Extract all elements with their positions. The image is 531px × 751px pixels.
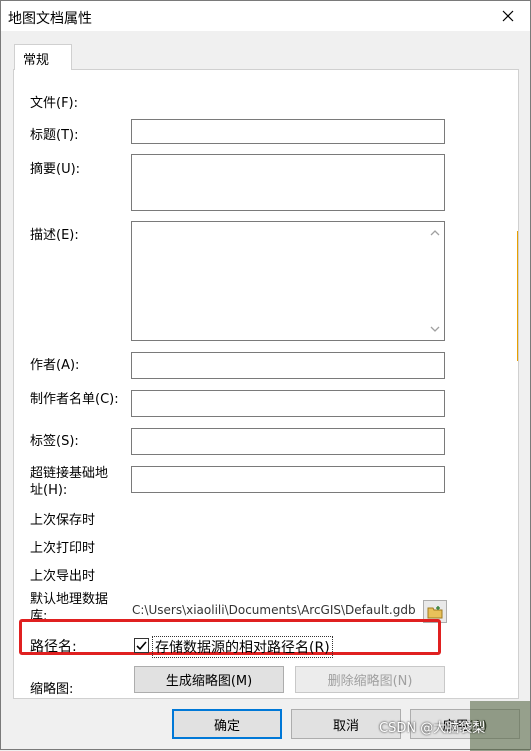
summary-textarea[interactable] xyxy=(131,154,445,211)
thumbnail-label: 缩略图: xyxy=(30,682,74,697)
credits-label: 制作者名单(C): xyxy=(30,392,119,407)
window-title: 地图文档属性 xyxy=(8,11,92,27)
file-label: 文件(F): xyxy=(30,96,79,111)
description-scrollbar[interactable] xyxy=(426,222,444,340)
description-textarea[interactable] xyxy=(131,221,445,341)
author-input[interactable] xyxy=(131,352,445,379)
ok-button[interactable]: 确定 xyxy=(172,709,282,739)
scroll-up-icon[interactable] xyxy=(429,228,441,238)
edge-line xyxy=(517,231,518,361)
close-icon xyxy=(502,10,514,22)
tags-input[interactable] xyxy=(131,428,445,455)
last-saved-label: 上次保存时 xyxy=(30,513,96,528)
dialog-window: 地图文档属性 常规 文件(F): 标题(T): 摘要(U): 描述(E): 作者… xyxy=(0,0,531,751)
delete-thumbnail-button[interactable]: 删除缩略图(N) xyxy=(295,666,445,693)
title-label: 标题(T): xyxy=(30,128,79,143)
checkmark-icon xyxy=(136,641,147,651)
folder-icon xyxy=(427,605,443,618)
make-thumbnail-button[interactable]: 生成缩略图(M) xyxy=(134,666,284,693)
title-bar: 地图文档属性 xyxy=(1,1,530,31)
summary-label: 摘要(U): xyxy=(30,162,81,177)
hyperlink-label: 超链接基础地址(H): xyxy=(30,466,109,498)
description-label: 描述(E): xyxy=(30,228,79,243)
hyperlink-input[interactable] xyxy=(131,466,445,493)
watermark: CSDN @大脑袋梨 xyxy=(379,721,486,736)
tab-general-label: 常规 xyxy=(23,53,50,68)
last-printed-label: 上次打印时 xyxy=(30,541,96,556)
tags-label: 标签(S): xyxy=(30,434,79,449)
close-button[interactable] xyxy=(496,5,520,27)
tab-general[interactable]: 常规 xyxy=(14,44,72,70)
pathnames-label: 路径名: xyxy=(30,639,77,655)
credits-input[interactable] xyxy=(131,390,445,417)
last-exported-label: 上次导出时 xyxy=(30,569,96,584)
relative-paths-checkbox[interactable] xyxy=(134,638,149,653)
title-input[interactable] xyxy=(131,119,445,144)
relative-paths-label[interactable]: 存储数据源的相对路径名(R) xyxy=(152,636,333,658)
default-gdb-path: C:\Users\xiaolili\Documents\ArcGIS\Defau… xyxy=(132,603,416,617)
scroll-down-icon[interactable] xyxy=(429,324,441,334)
author-label: 作者(A): xyxy=(30,358,80,373)
